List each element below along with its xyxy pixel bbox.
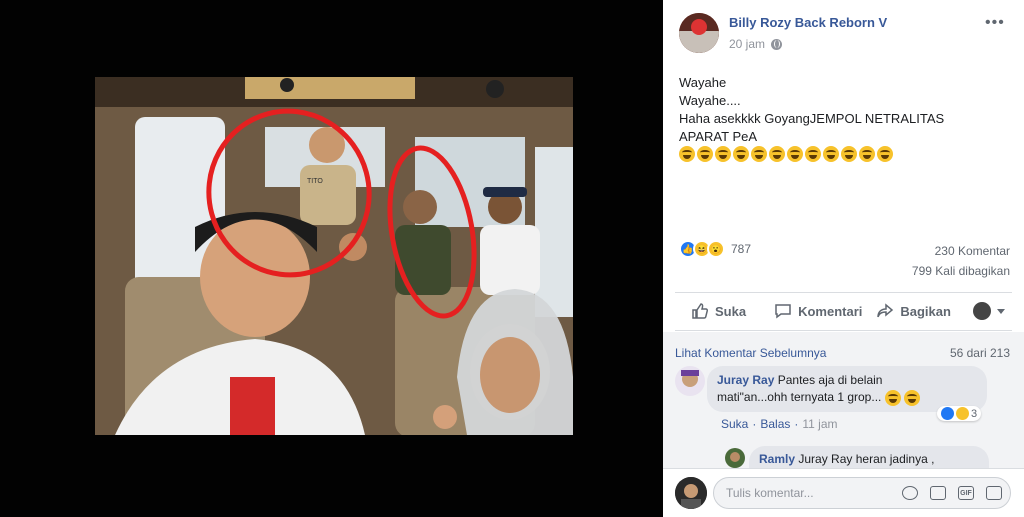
- grinning-face-emoji: [841, 146, 857, 162]
- audience-selector[interactable]: [972, 302, 1005, 320]
- comment-reaction-count: 3: [971, 407, 978, 420]
- commenter-name[interactable]: Juray Ray: [717, 373, 774, 387]
- shares-count-link[interactable]: 799 Kali dibagikan: [912, 264, 1010, 278]
- reply-commenter-avatar[interactable]: [725, 448, 745, 468]
- thumbs-up-icon: [692, 303, 709, 319]
- comment-composer: Tulis komentar... GIF: [663, 468, 1024, 517]
- post-line: Haha asekkkk GoyangJEMPOL NETRALITAS: [679, 111, 945, 126]
- composer-tools: GIF: [902, 486, 1002, 500]
- grinning-face-emoji: [715, 146, 731, 162]
- post-author-name[interactable]: Billy Rozy Back Reborn V: [729, 15, 887, 30]
- current-user-avatar[interactable]: [675, 477, 707, 509]
- author-avatar[interactable]: [679, 13, 719, 53]
- haha-reaction-icon: [956, 407, 969, 420]
- separator: ·: [752, 417, 757, 431]
- commenter-avatar[interactable]: [675, 366, 705, 396]
- share-icon: [877, 303, 894, 318]
- photo-viewer: TITO: [0, 0, 663, 517]
- grinning-face-emoji: [859, 146, 875, 162]
- divider: [675, 292, 1012, 293]
- comment-like-link[interactable]: Suka: [721, 417, 748, 431]
- more-options-icon[interactable]: •••: [985, 14, 1005, 32]
- post-line: APARAT PeA: [679, 129, 758, 144]
- reply-commenter-name[interactable]: Ramly: [759, 452, 795, 466]
- grinning-face-emoji: [679, 146, 695, 162]
- comment-reply-link[interactable]: Balas: [760, 417, 790, 431]
- wow-reaction-icon: 😮: [707, 240, 725, 258]
- reply-text: Juray Ray heran jadinya ,: [798, 452, 935, 466]
- photo-illustration: TITO: [95, 77, 573, 435]
- grinning-face-emoji: [769, 146, 785, 162]
- globe-icon: [771, 38, 783, 50]
- comment-button[interactable]: Komentari: [774, 302, 862, 320]
- separator: ·: [794, 417, 799, 431]
- grinning-face-emoji: [697, 146, 713, 162]
- grinning-face-emoji: [733, 146, 749, 162]
- comment-input-placeholder: Tulis komentar...: [726, 486, 814, 500]
- post-photo[interactable]: TITO: [95, 77, 573, 435]
- sticker-icon[interactable]: [986, 486, 1002, 500]
- comment-icon: [775, 304, 791, 319]
- post-actions: Suka Komentari Bagikan: [675, 296, 1012, 326]
- emoji-icon[interactable]: [902, 486, 918, 500]
- grinning-face-emoji: [805, 146, 821, 162]
- post-meta: 20 jam: [729, 37, 783, 51]
- like-reaction-icon: [941, 407, 954, 420]
- post-panel: Billy Rozy Back Reborn V 20 jam ••• Waya…: [663, 0, 1024, 517]
- grinning-face-emoji: [823, 146, 839, 162]
- comment-text: Pantes aja di belain: [777, 373, 883, 387]
- view-previous-comments-link[interactable]: Lihat Komentar Sebelumnya: [675, 346, 826, 360]
- like-label: Suka: [715, 303, 747, 319]
- gif-icon[interactable]: GIF: [958, 486, 974, 500]
- post-text: Wayahe Wayahe.... Haha asekkkk GoyangJEM…: [679, 74, 999, 146]
- grinning-face-emoji: [787, 146, 803, 162]
- uniform-name-tag: TITO: [307, 178, 323, 185]
- reaction-summary[interactable]: 👍 😆 😮 787: [679, 240, 751, 258]
- emoji-row: [679, 146, 893, 162]
- camera-icon[interactable]: [930, 486, 946, 500]
- reply-bubble: Ramly Juray Ray heran jadinya ,: [749, 446, 989, 468]
- comment-reactions[interactable]: 3: [937, 406, 982, 421]
- comment-text-continued: mati"an...ohh ternyata 1 grop...: [717, 390, 882, 404]
- user-avatar: [972, 302, 991, 320]
- comments-pager: 56 dari 213: [949, 346, 1010, 360]
- comment-meta: Suka · Balas · 11 jam: [721, 417, 838, 431]
- grinning-face-emoji: [904, 389, 921, 406]
- post-time[interactable]: 20 jam: [729, 37, 765, 51]
- comments-section: Lihat Komentar Sebelumnya 56 dari 213 Ju…: [663, 332, 1024, 468]
- post-line: Wayahe: [679, 75, 727, 90]
- grinning-face-emoji: [884, 389, 901, 406]
- share-label: Bagikan: [900, 303, 951, 319]
- comment-label: Komentari: [798, 303, 863, 319]
- like-button[interactable]: Suka: [691, 302, 746, 320]
- post-line: Wayahe....: [679, 93, 741, 108]
- comments-count-link[interactable]: 230 Komentar: [935, 244, 1010, 258]
- chevron-down-icon: [996, 308, 1005, 314]
- comment-time[interactable]: 11 jam: [802, 417, 837, 431]
- grinning-face-emoji: [751, 146, 767, 162]
- grinning-face-emoji: [877, 146, 893, 162]
- share-button[interactable]: Bagikan: [876, 302, 951, 320]
- divider: [675, 330, 1012, 331]
- reaction-count: 787: [731, 242, 752, 256]
